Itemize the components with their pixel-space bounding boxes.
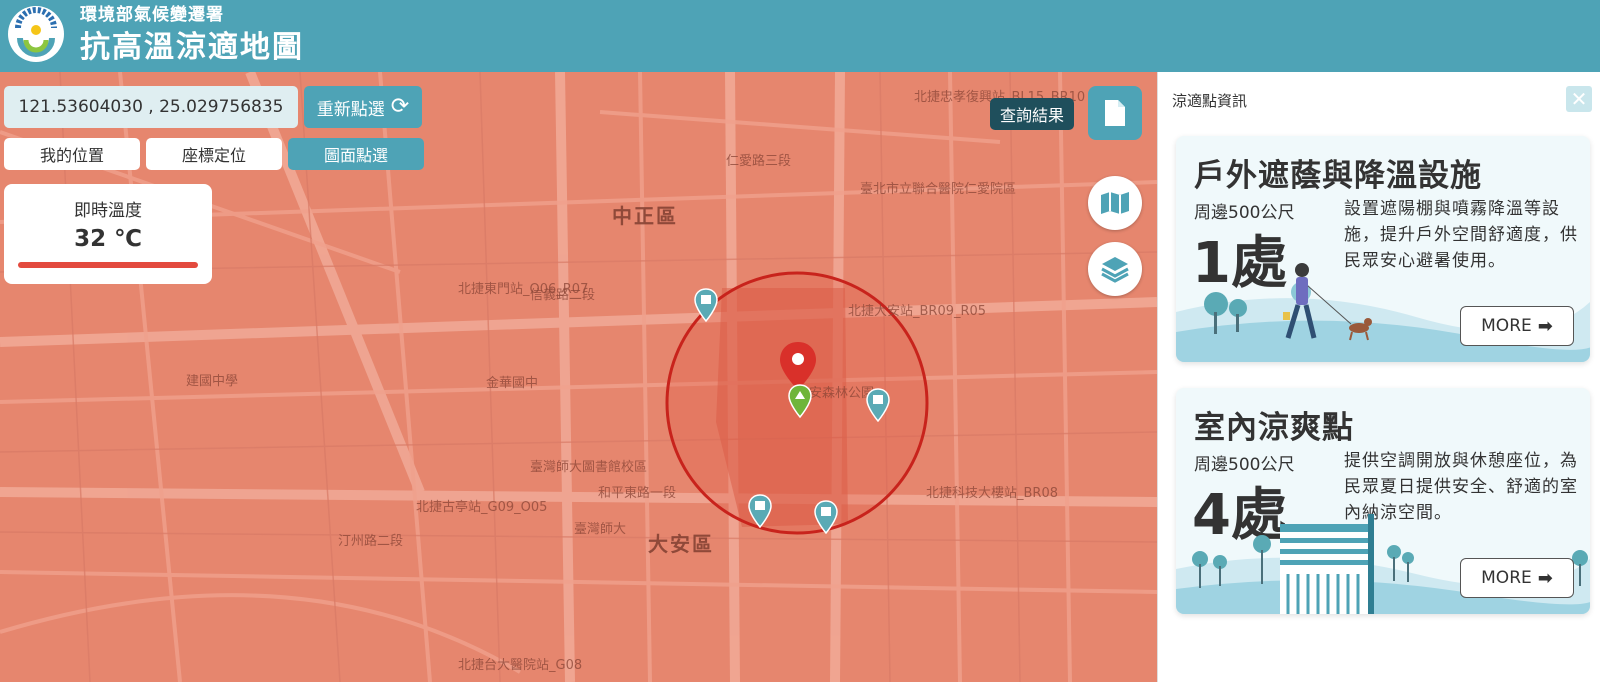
outdoor-cooling-marker[interactable] bbox=[788, 384, 812, 418]
layers-button[interactable] bbox=[1088, 242, 1142, 296]
header-bar: 環境部氣候變遷署 抗高溫涼適地圖 bbox=[0, 0, 1600, 72]
coordinate-locate-button[interactable]: 座標定位 bbox=[146, 138, 282, 170]
temperature-bar bbox=[18, 262, 198, 268]
station-label-daan: 北捷大安站_BR09_R05 bbox=[848, 304, 987, 319]
school-label-jinhua: 金華國中 bbox=[486, 376, 539, 391]
school-label-jianguo: 建國中學 bbox=[186, 374, 239, 389]
map-click-button[interactable]: 圖面點選 bbox=[288, 138, 424, 170]
panel-title: 涼適點資訊 bbox=[1172, 92, 1248, 110]
indoor-cooling-marker[interactable] bbox=[814, 500, 838, 534]
card-title: 室內涼爽點 bbox=[1194, 410, 1354, 446]
road-label-tingzhou: 汀州路二段 bbox=[338, 534, 404, 549]
station-label-guting: 北捷古亭站_G09_O05 bbox=[416, 500, 548, 515]
temperature-value: 32 ℃ bbox=[74, 226, 142, 252]
temperature-label: 即時溫度 bbox=[74, 201, 142, 221]
arrow-right-icon: ➡ bbox=[1537, 567, 1553, 589]
outdoor-facility-card: 戶外遮蔭與降溫設施 周邊500公尺 1處 設置遮陽棚與噴霧降溫等設施，提升戶外空… bbox=[1176, 136, 1590, 362]
district-label-zhongzheng: 中正區 bbox=[612, 204, 678, 228]
card-title: 戶外遮蔭與降溫設施 bbox=[1194, 158, 1482, 194]
document-icon bbox=[1105, 100, 1125, 126]
basemap-button[interactable] bbox=[1088, 176, 1142, 230]
my-location-button[interactable]: 我的位置 bbox=[4, 138, 140, 170]
query-result-label: 查詢結果 bbox=[990, 98, 1075, 130]
reselect-button[interactable]: 重新點選 ⟳ bbox=[304, 86, 422, 128]
more-label: MORE bbox=[1481, 316, 1532, 336]
indoor-cooling-card: 室內涼爽點 周邊500公尺 4處 提供空調開放與休憩座位，為民眾夏日提供安全、舒… bbox=[1176, 388, 1590, 614]
cooling-info-panel: 涼適點資訊 ✕ 戶外遮蔭與降溫設施 周邊500公尺 1處 設置遮陽棚與噴霧降溫等… bbox=[1157, 72, 1600, 682]
indoor-cooling-marker[interactable] bbox=[866, 388, 890, 422]
refresh-icon: ⟳ bbox=[390, 94, 410, 119]
road-label-renai: 仁愛路三段 bbox=[726, 154, 792, 169]
app-title: 抗高溫涼適地圖 bbox=[80, 30, 304, 65]
more-button[interactable]: MORE ➡ bbox=[1460, 558, 1574, 598]
school-label-shida: 臺灣師大 bbox=[574, 522, 627, 537]
more-button[interactable]: MORE ➡ bbox=[1460, 306, 1574, 346]
district-label-daan: 大安區 bbox=[648, 532, 714, 556]
map-canvas[interactable]: 中正區 大安區 北捷東門站_O06_R07 北捷大安站_BR09_R05 北捷古… bbox=[0, 72, 1157, 682]
arrow-right-icon: ➡ bbox=[1537, 315, 1553, 337]
map-icon bbox=[1101, 192, 1129, 214]
road-label-xinyi: 信義路二段 bbox=[530, 288, 596, 303]
station-label-taipower: 北捷台大醫院站_G08 bbox=[458, 658, 583, 673]
hospital-label: 臺北市立聯合醫院仁愛院區 bbox=[860, 182, 1017, 197]
indoor-cooling-marker[interactable] bbox=[748, 494, 772, 528]
temperature-card: 即時溫度 32 ℃ bbox=[4, 184, 212, 284]
school-label-ntnu: 臺灣師大圖書館校區 bbox=[530, 460, 648, 475]
road-label-heping: 和平東路一段 bbox=[598, 486, 677, 501]
layers-icon bbox=[1101, 257, 1129, 283]
coordinates-display: 121.53604030 , 25.029756835 bbox=[4, 86, 298, 128]
close-icon[interactable]: ✕ bbox=[1566, 86, 1592, 112]
indoor-cooling-marker[interactable] bbox=[694, 288, 718, 322]
agency-logo[interactable] bbox=[8, 6, 64, 62]
more-label: MORE bbox=[1481, 568, 1532, 588]
reselect-label: 重新點選 bbox=[316, 99, 385, 120]
station-label-technology: 北捷科技大樓站_BR08 bbox=[926, 486, 1058, 501]
query-result-button[interactable] bbox=[1088, 86, 1142, 140]
